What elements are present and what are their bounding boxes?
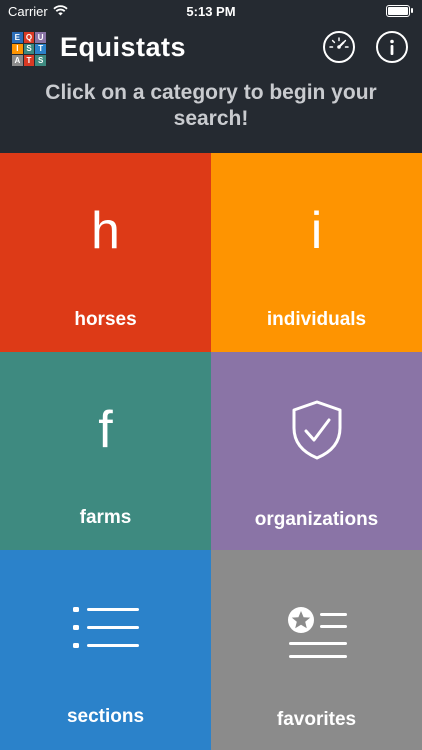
info-icon — [390, 39, 394, 55]
farms-letter: f — [98, 401, 113, 459]
horses-letter: h — [91, 202, 120, 260]
app-logo: E Q U I S T A T S — [12, 32, 46, 66]
app-title: Equistats — [60, 32, 187, 62]
logo-letter: E — [12, 32, 23, 43]
tile-organizations[interactable]: organizations — [211, 352, 422, 550]
dashboard-button[interactable] — [323, 31, 355, 63]
logo-letter: U — [35, 32, 46, 43]
tile-sections[interactable]: sections — [0, 550, 211, 750]
tile-farms[interactable]: f farms — [0, 352, 211, 550]
tile-label-organizations: organizations — [254, 509, 379, 530]
tile-individuals[interactable]: i individuals — [211, 153, 422, 352]
individuals-letter: i — [310, 202, 323, 260]
info-button[interactable] — [376, 31, 408, 63]
list-icon — [72, 607, 139, 648]
star-list-icon — [287, 607, 347, 658]
speedometer-icon — [329, 37, 349, 49]
tile-label-favorites: favorites — [276, 709, 357, 730]
logo-letter: A — [12, 55, 23, 66]
logo-letter: S — [35, 55, 46, 66]
logo-letter: Q — [23, 32, 35, 43]
logo-letter: S — [23, 43, 35, 55]
shield-check-icon — [292, 400, 341, 460]
header: E Q U I S T A T S Equistats Click on a c… — [0, 22, 422, 153]
battery-icon — [386, 5, 413, 17]
logo-letter: T — [35, 43, 46, 55]
tile-label-individuals: individuals — [266, 309, 367, 330]
tile-label-sections: sections — [66, 706, 145, 727]
tile-horses[interactable]: h horses — [0, 153, 211, 352]
status-bar: Carrier 5:13 PM — [0, 0, 422, 22]
status-time: 5:13 PM — [186, 4, 236, 19]
tile-favorites[interactable]: favorites — [211, 550, 422, 750]
logo-letter: T — [23, 55, 35, 66]
logo-letter: I — [12, 43, 23, 55]
tile-label-horses: horses — [74, 309, 137, 330]
instruction-text: Click on a category to begin your search… — [45, 81, 377, 130]
tile-label-farms: farms — [79, 507, 132, 528]
category-grid: h horses i individuals f farms organizat… — [0, 153, 422, 750]
